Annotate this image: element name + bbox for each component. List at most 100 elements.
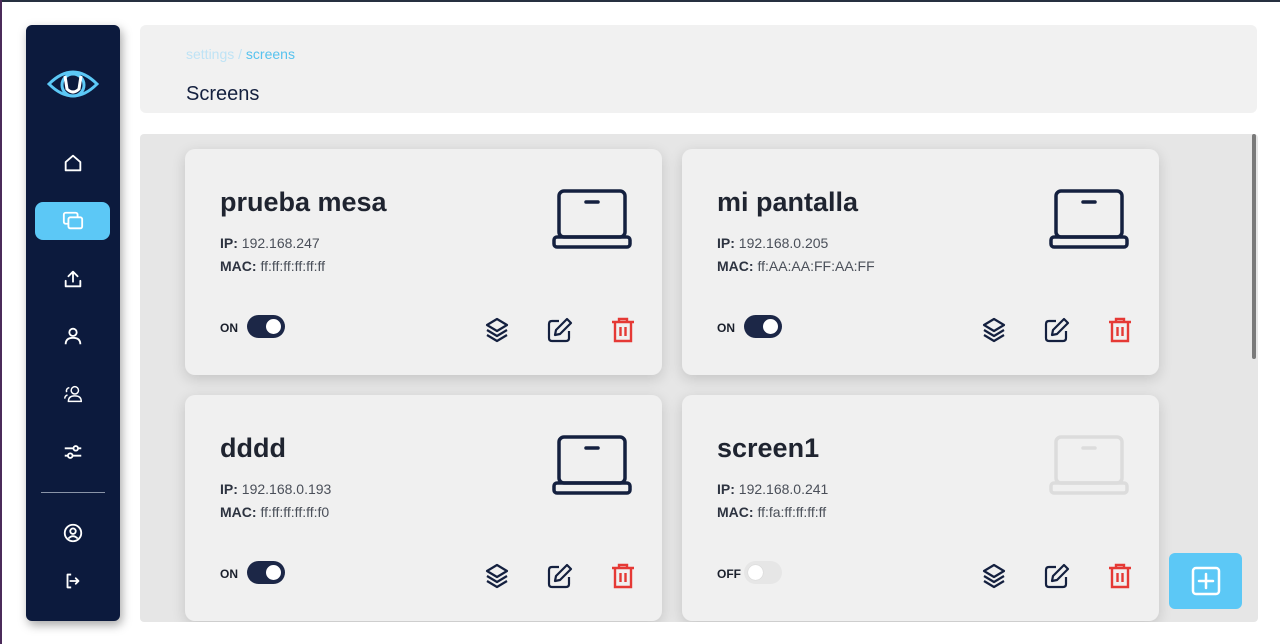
edit-button[interactable] (1043, 316, 1071, 344)
sliders-icon (64, 445, 81, 459)
mac-value: ff:fa:ff:ff:ff:ff (757, 504, 827, 520)
power-toggle[interactable] (744, 561, 782, 584)
toggle-knob (748, 565, 763, 580)
scrollbar-thumb[interactable] (1252, 134, 1256, 359)
ip-value: 192.168.247 (241, 235, 320, 251)
layers-button[interactable] (483, 316, 511, 344)
screens-grid: prueba mesa IP: 192.168.247 MAC: ff:ff:f… (140, 134, 1258, 622)
mac-value: ff:ff:ff:ff:ff:f0 (260, 504, 330, 520)
window-left-border (0, 0, 2, 644)
edit-icon (547, 317, 573, 343)
mac-label: MAC: (717, 258, 754, 274)
sidebar-item-users[interactable] (35, 375, 110, 413)
page-header: settings / screens Screens (140, 25, 1257, 113)
screen-ip: IP: 192.168.0.205 (717, 235, 828, 251)
mac-label: MAC: (717, 504, 754, 520)
home-icon (64, 154, 81, 172)
delete-button[interactable] (609, 562, 637, 590)
power-status-label: ON (220, 321, 238, 335)
ip-value: 192.168.0.241 (738, 481, 829, 497)
laptop-icon (552, 189, 632, 249)
toggle-knob (266, 319, 281, 334)
screen-card-2: dddd IP: 192.168.0.193 MAC: ff:ff:ff:ff:… (185, 395, 662, 621)
sidebar-item-logout[interactable] (35, 562, 110, 600)
laptop-icon (552, 435, 632, 495)
delete-button[interactable] (609, 316, 637, 344)
power-status-label: ON (220, 567, 238, 581)
mac-value: ff:ff:ff:ff:ff:ff (260, 258, 326, 274)
layers-button[interactable] (980, 316, 1008, 344)
screen-ip: IP: 192.168.0.193 (220, 481, 331, 497)
screen-name: dddd (220, 433, 286, 463)
sidebar-item-settings[interactable] (35, 433, 110, 471)
layers-icon (485, 317, 509, 343)
sidebar-item-screens[interactable] (35, 202, 110, 240)
power-toggle[interactable] (744, 315, 782, 338)
layers-icon (982, 563, 1006, 589)
edit-button[interactable] (1043, 562, 1071, 590)
screen-name: prueba mesa (220, 187, 387, 217)
screen-mac: MAC: ff:ff:ff:ff:ff:ff (220, 258, 325, 274)
edit-button[interactable] (546, 562, 574, 590)
sidebar (26, 25, 120, 621)
mac-label: MAC: (220, 258, 257, 274)
laptop-icon (1049, 435, 1129, 495)
screen-card-3: screen1 IP: 192.168.0.241 MAC: ff:fa:ff:… (682, 395, 1159, 621)
add-screen-button[interactable] (1169, 553, 1242, 609)
trash-icon (612, 317, 634, 343)
logout-icon (66, 573, 79, 589)
laptop-icon (1049, 189, 1129, 249)
power-status-label: OFF (717, 567, 741, 581)
screen-mac: MAC: ff:ff:ff:ff:ff:f0 (220, 504, 329, 520)
layers-button[interactable] (483, 562, 511, 590)
plus-square-icon (1191, 566, 1220, 596)
upload-icon (64, 270, 81, 288)
users-icon (63, 385, 82, 403)
screen-mac: MAC: ff:AA:AA:FF:AA:FF (717, 258, 875, 274)
breadcrumb-parent[interactable]: settings (186, 46, 234, 62)
edit-button[interactable] (546, 316, 574, 344)
sidebar-item-home[interactable] (35, 144, 110, 182)
layers-icon (485, 563, 509, 589)
window-top-border (0, 0, 1280, 2)
edit-icon (1044, 317, 1070, 343)
screen-card-0: prueba mesa IP: 192.168.247 MAC: ff:ff:f… (185, 149, 662, 375)
sidebar-item-upload[interactable] (35, 260, 110, 298)
delete-button[interactable] (1106, 316, 1134, 344)
screen-card-1: mi pantalla IP: 192.168.0.205 MAC: ff:AA… (682, 149, 1159, 375)
power-status-label: ON (717, 321, 735, 335)
ip-label: IP: (220, 235, 238, 251)
trash-icon (612, 563, 634, 589)
ip-label: IP: (220, 481, 238, 497)
trash-icon (1109, 317, 1131, 343)
screen-ip: IP: 192.168.0.241 (717, 481, 828, 497)
app-logo-icon[interactable] (46, 63, 100, 105)
power-toggle[interactable] (247, 561, 285, 584)
delete-button[interactable] (1106, 562, 1134, 590)
ip-value: 192.168.0.205 (738, 235, 829, 251)
mac-label: MAC: (220, 504, 257, 520)
ip-label: IP: (717, 481, 735, 497)
edit-icon (547, 563, 573, 589)
screen-mac: MAC: ff:fa:ff:ff:ff:ff (717, 504, 826, 520)
user-icon (64, 327, 81, 345)
layers-button[interactable] (980, 562, 1008, 590)
page-title: Screens (186, 83, 260, 105)
screens-icon (62, 211, 83, 230)
breadcrumb: settings / screens (186, 46, 295, 62)
ip-label: IP: (717, 235, 735, 251)
sidebar-divider (41, 492, 105, 493)
toggle-knob (266, 565, 281, 580)
breadcrumb-current: screens (245, 46, 295, 62)
layers-icon (982, 317, 1006, 343)
sidebar-item-account[interactable] (35, 514, 110, 552)
mac-value: ff:AA:AA:FF:AA:FF (757, 258, 875, 274)
power-toggle[interactable] (247, 315, 285, 338)
ip-value: 192.168.0.193 (241, 481, 332, 497)
trash-icon (1109, 563, 1131, 589)
account-circle-icon (63, 523, 82, 543)
breadcrumb-separator: / (234, 46, 246, 62)
sidebar-item-user[interactable] (35, 317, 110, 355)
screen-name: mi pantalla (717, 187, 859, 217)
edit-icon (1044, 563, 1070, 589)
